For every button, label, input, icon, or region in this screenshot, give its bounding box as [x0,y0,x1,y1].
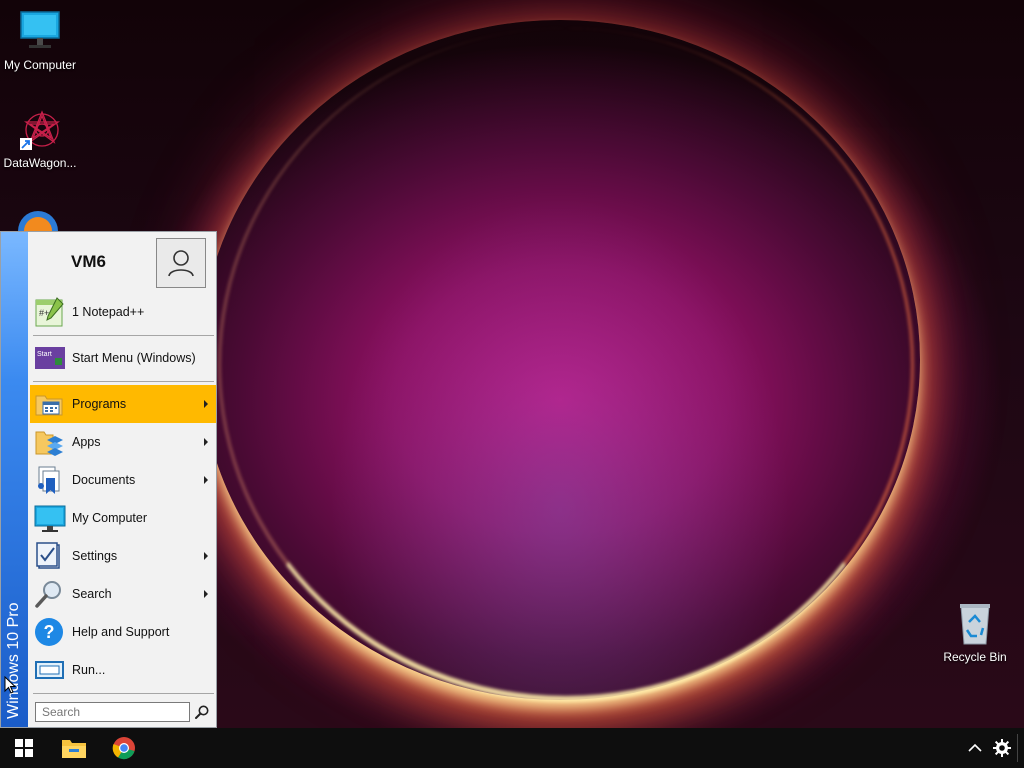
monitor-icon [18,10,62,54]
submenu-arrow-icon [204,476,208,484]
pinned-label: 1 Notepad++ [72,305,145,319]
start-menu: Windows 10 Pro VM6 #++ 1 Notepad++ Start [0,231,217,728]
start-menu-icon: Start [33,342,67,374]
monitor-icon [33,502,67,534]
menu-item-label: My Computer [72,511,148,525]
desktop-icon-datawagon[interactable]: DataWagon... [0,108,80,170]
user-avatar[interactable] [156,238,206,288]
mouse-cursor-icon [4,675,17,697]
folder-icon [62,740,86,758]
chrome-icon [112,737,135,760]
pinned-notepad-plus-plus[interactable]: #++ 1 Notepad++ [30,293,216,331]
datawagon-icon [18,108,62,152]
show-desktop-divider[interactable] [1017,734,1018,762]
notepad-plus-plus-icon: #++ [33,296,67,328]
separator [33,335,214,336]
menu-item-programs[interactable]: Programs [30,385,216,423]
start-search-input[interactable] [35,702,190,722]
menu-item-label: Documents [72,473,136,487]
taskbar-chrome[interactable] [100,728,148,768]
menu-item-settings[interactable]: Settings [30,537,216,575]
tray-settings[interactable] [985,728,1019,768]
documents-icon [33,464,67,496]
menu-item-help-and-support[interactable]: ? Help and Support [30,613,216,651]
submenu-arrow-icon [204,590,208,598]
search-icon[interactable] [194,704,210,720]
submenu-arrow-icon [204,552,208,560]
submenu-arrow-icon [204,438,208,446]
menu-item-apps[interactable]: Apps [30,423,216,461]
desktop-icon-my-computer[interactable]: My Computer [0,10,80,72]
programs-folder-icon [33,388,67,420]
menu-item-label: Programs [72,397,127,411]
user-icon [168,250,194,277]
start-menu-banner: Windows 10 Pro [1,232,28,727]
run-icon [33,654,67,686]
svg-text:?: ? [44,622,55,642]
menu-item-run[interactable]: Run... [30,651,216,689]
separator [33,381,214,382]
menu-item-label: Help and Support [72,625,170,639]
desktop-icon-recycle-bin[interactable]: Recycle Bin [935,602,1015,664]
menu-item-label: Run... [72,663,106,677]
start-button[interactable] [0,728,48,768]
pinned-label: Start Menu (Windows) [72,351,196,365]
settings-icon [33,540,67,572]
chevron-up-icon [968,743,982,752]
menu-item-label: Search [72,587,112,601]
submenu-arrow-icon [204,400,208,408]
apps-folder-icon [33,426,67,458]
gear-icon [993,739,1011,757]
pinned-start-menu-windows[interactable]: Start Start Menu (Windows) [30,339,216,377]
menu-item-documents[interactable]: Documents [30,461,216,499]
menu-item-label: Apps [72,435,101,449]
windows-logo-icon [15,739,33,757]
menu-item-my-computer[interactable]: My Computer [30,499,216,537]
menu-item-label: Settings [72,549,118,563]
magnifier-icon [33,578,67,610]
taskbar-file-explorer[interactable] [50,728,98,768]
help-icon: ? [33,616,67,648]
menu-item-search[interactable]: Search [30,575,216,613]
svg-text:Start: Start [37,351,52,358]
taskbar [0,728,1024,768]
recycle-bin-icon [953,602,997,646]
separator [33,693,214,694]
wallpaper-orb-rim [218,28,914,702]
user-name: VM6 [71,252,106,271]
